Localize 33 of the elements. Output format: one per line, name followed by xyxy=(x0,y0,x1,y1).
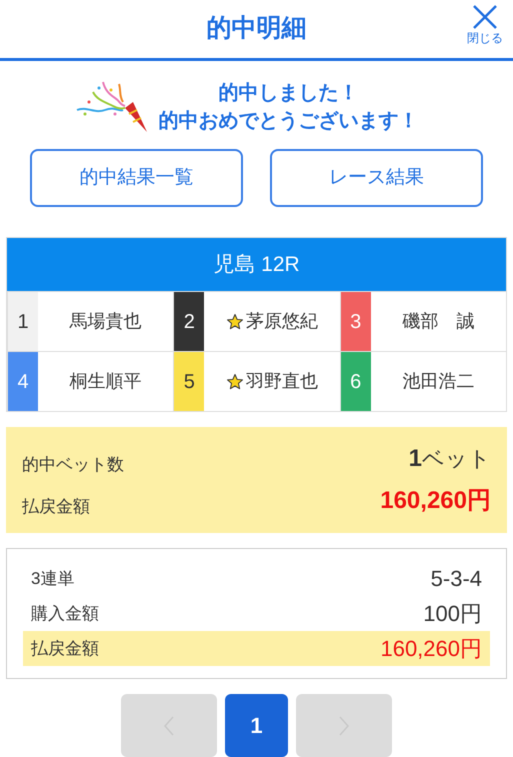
detail-label: 3連単 xyxy=(31,568,74,590)
racer-name: 桐生順平 xyxy=(70,370,142,393)
star-icon xyxy=(226,372,244,390)
boat-number: 6 xyxy=(340,352,371,411)
page-title: 的中明細 xyxy=(206,13,306,44)
close-icon xyxy=(472,4,498,30)
page-button[interactable]: 1 xyxy=(225,694,288,757)
bet-count-value: 1ベット xyxy=(408,444,491,474)
link-button[interactable]: レース結果 xyxy=(270,149,483,207)
link-button[interactable]: 的中結果一覧 xyxy=(30,149,243,207)
racer-name: 羽野直也 xyxy=(246,370,318,393)
detail-value: 5-3-4 xyxy=(430,565,482,593)
close-button[interactable]: 閉じる xyxy=(467,4,503,46)
racer-name: 馬場貴也 xyxy=(70,310,142,333)
congratulations-text: 的中おめでとうございます！ xyxy=(158,109,418,134)
racer-name: 池田浩二 xyxy=(402,370,474,393)
race-header: 児島 12R xyxy=(7,238,506,291)
payout-value: 160,260円 xyxy=(380,486,491,516)
boat-number: 2 xyxy=(174,292,204,351)
star-icon xyxy=(226,312,244,330)
boat-number: 4 xyxy=(8,352,38,411)
detail-label: 払戻金額 xyxy=(31,638,99,660)
payout-label: 払戻金額 xyxy=(22,496,90,518)
detail-label: 購入金額 xyxy=(31,602,99,625)
boat-number: 1 xyxy=(8,292,38,351)
congratulations-text: 的中しました！ xyxy=(218,81,358,106)
racer-name: 茅原悠紀 xyxy=(246,310,318,333)
detail-value: 100円 xyxy=(423,600,482,628)
racer-name: 磯部 誠 xyxy=(402,310,474,333)
detail-value: 160,260円 xyxy=(380,635,482,663)
bet-count-label: 的中ベット数 xyxy=(22,454,124,476)
boat-number: 3 xyxy=(340,292,371,351)
boat-number: 5 xyxy=(174,352,204,411)
